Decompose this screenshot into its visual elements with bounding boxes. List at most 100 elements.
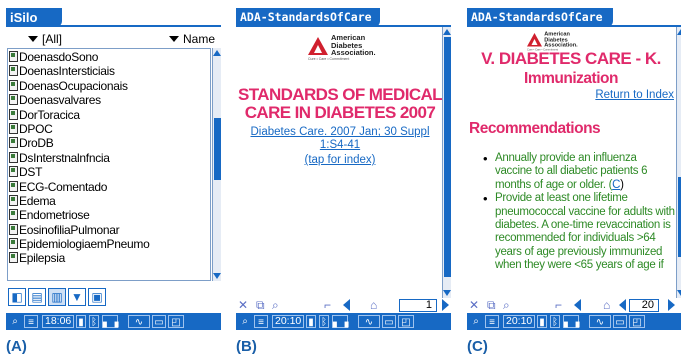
document-icon — [9, 209, 18, 221]
list-item[interactable]: EosinofiliaPulmonar — [9, 223, 209, 237]
scroll-down-icon[interactable] — [677, 290, 681, 296]
page-number-field[interactable]: 20 — [629, 299, 659, 312]
search-icon[interactable]: ⌕ — [239, 315, 251, 328]
document-scrollbar[interactable] — [676, 27, 681, 298]
bluetooth-icon[interactable]: ᛒ — [550, 315, 560, 328]
list-item[interactable]: Doenasvalvares — [9, 93, 209, 107]
bluetooth-icon[interactable]: ᛒ — [319, 315, 329, 328]
window-icon[interactable]: ◰ — [168, 315, 184, 328]
keyboard-icon[interactable]: ▭ — [382, 315, 396, 328]
scroll-up-icon[interactable] — [443, 29, 451, 35]
back-arrow-icon[interactable] — [574, 299, 581, 311]
close-icon[interactable]: ✕ — [238, 298, 248, 312]
sort-dropdown[interactable]: Name — [168, 30, 215, 48]
clock: 18:06 — [42, 315, 75, 328]
graffiti-icon[interactable]: ∿ — [128, 315, 150, 328]
search-icon[interactable]: ⌕ — [470, 315, 482, 328]
keyboard-icon[interactable]: ▭ — [613, 315, 627, 328]
signal-icon: ▖▗ — [102, 315, 119, 328]
battery-icon: ▮ — [76, 315, 86, 328]
bookmarks-icon[interactable]: ▤ — [28, 288, 46, 306]
evidence-grade-link[interactable]: C — [612, 179, 620, 191]
bookmark-icon[interactable]: ⌐ — [555, 298, 562, 312]
scroll-thumb[interactable] — [214, 118, 221, 180]
toolbar: ◧ ▤ ▥ ▼ ▣ — [8, 288, 108, 308]
document-icon — [9, 94, 18, 106]
window-icon[interactable]: ◰ — [629, 315, 645, 328]
clock: 20:10 — [272, 315, 305, 328]
scroll-thumb[interactable] — [444, 37, 451, 277]
list-item[interactable]: DorToracica — [9, 108, 209, 122]
window-icon[interactable]: ◰ — [398, 315, 414, 328]
list-item[interactable]: DoenasIntersticiais — [9, 64, 209, 78]
document-heading-line1: STANDARDS OF MEDICAL — [238, 85, 443, 104]
category-filter-dropdown[interactable]: [All] — [28, 30, 62, 48]
graffiti-icon[interactable]: ∿ — [358, 315, 380, 328]
navigation-bar: ✕ ⧉ ⌕ ⌐ ⌂ 1 — [236, 298, 451, 313]
document-title[interactable]: ADA-StandardsOfCare — [236, 8, 380, 27]
citation-link-line1[interactable]: Diabetes Care. 2007 Jan; 30 Suppl — [236, 126, 444, 139]
list-item[interactable]: DST — [9, 165, 209, 179]
document-icon — [9, 51, 18, 62]
previous-page-icon[interactable] — [619, 299, 626, 311]
list-item[interactable]: DsInterstnalnfncia — [9, 151, 209, 165]
app-title[interactable]: iSilo — [6, 8, 62, 27]
home-icon[interactable]: ⌂ — [370, 298, 377, 312]
list-item-label: DsInterstnalnfncia — [19, 150, 110, 165]
scroll-up-icon[interactable] — [677, 29, 681, 35]
copy-icon[interactable]: ⧉ — [256, 298, 265, 313]
graffiti-icon[interactable]: ∿ — [589, 315, 611, 328]
filter-bar: [All] Name — [6, 30, 221, 48]
ada-logo-icon — [527, 33, 542, 47]
list-item[interactable]: DoenasOcupacionais — [9, 79, 209, 93]
section-heading: V. DIABETES CARE - K. — [481, 49, 661, 68]
document-scrollbar[interactable] — [442, 27, 451, 298]
bluetooth-icon[interactable]: ᛒ — [89, 315, 99, 328]
list-item[interactable]: EpidemiologiaemPneumo — [9, 237, 209, 251]
list-item[interactable]: DPOC — [9, 122, 209, 136]
list-item[interactable]: Edema — [9, 194, 209, 208]
search-icon[interactable]: ⌕ — [9, 315, 21, 328]
bookmark-icon[interactable]: ⌐ — [324, 298, 331, 312]
scroll-down-icon[interactable] — [443, 290, 451, 296]
search-icon[interactable]: ⌕ — [272, 298, 279, 313]
keyboard-icon[interactable]: ▭ — [152, 315, 166, 328]
citation-link-line2[interactable]: 1:S4-41 — [236, 139, 444, 152]
list-item[interactable]: DoenasdoSono — [9, 50, 209, 64]
search-icon[interactable]: ⌕ — [503, 298, 510, 313]
document-cover-screen: ADA-StandardsOfCare American Diabetes As… — [236, 8, 451, 330]
scroll-down-icon[interactable] — [213, 273, 221, 279]
list-item-label: DoenasIntersticiais — [19, 64, 115, 79]
panel-label-c: (C) — [467, 338, 488, 355]
recommendation-list: Annually provide an influenza vaccine to… — [483, 152, 675, 273]
document-icon — [9, 252, 18, 264]
home-icon[interactable]: ⌂ — [603, 298, 610, 312]
return-to-index-link[interactable]: Return to Index — [595, 89, 674, 101]
list-item-label: DoenasdoSono — [19, 50, 99, 64]
document-title[interactable]: ADA-StandardsOfCare — [467, 8, 613, 27]
list-item-label: Epilepsia — [19, 251, 65, 266]
menu-icon[interactable]: ≡ — [24, 315, 38, 328]
tap-for-index-link[interactable]: (tap for index) — [236, 154, 444, 167]
document-list-icon[interactable]: ▥ — [48, 288, 66, 306]
scroll-up-icon[interactable] — [213, 50, 221, 56]
list-item[interactable]: ECG-Comentado — [9, 180, 209, 194]
forward-arrow-icon[interactable] — [442, 299, 449, 311]
copy-icon[interactable]: ⧉ — [487, 298, 496, 313]
page-number-field[interactable]: 1 — [399, 299, 437, 312]
list-item[interactable]: Epilepsia — [9, 251, 209, 265]
download-icon[interactable]: ▼ — [68, 288, 86, 306]
ada-logo: American Diabetes Association. Cure • Ca… — [308, 33, 378, 61]
list-item-label: DPOC — [19, 121, 53, 136]
list-item-label: DST — [19, 165, 43, 180]
list-item[interactable]: Endometriose — [9, 208, 209, 222]
list-item[interactable]: DroDB — [9, 136, 209, 150]
close-icon[interactable]: ✕ — [469, 298, 479, 312]
settings-icon[interactable]: ▣ — [88, 288, 106, 306]
forward-arrow-icon[interactable] — [668, 299, 675, 311]
menu-icon[interactable]: ≡ — [485, 315, 499, 328]
list-scrollbar[interactable] — [212, 48, 221, 281]
menu-icon[interactable]: ≡ — [254, 315, 268, 328]
back-arrow-icon[interactable] — [343, 299, 350, 311]
open-document-icon[interactable]: ◧ — [8, 288, 26, 306]
